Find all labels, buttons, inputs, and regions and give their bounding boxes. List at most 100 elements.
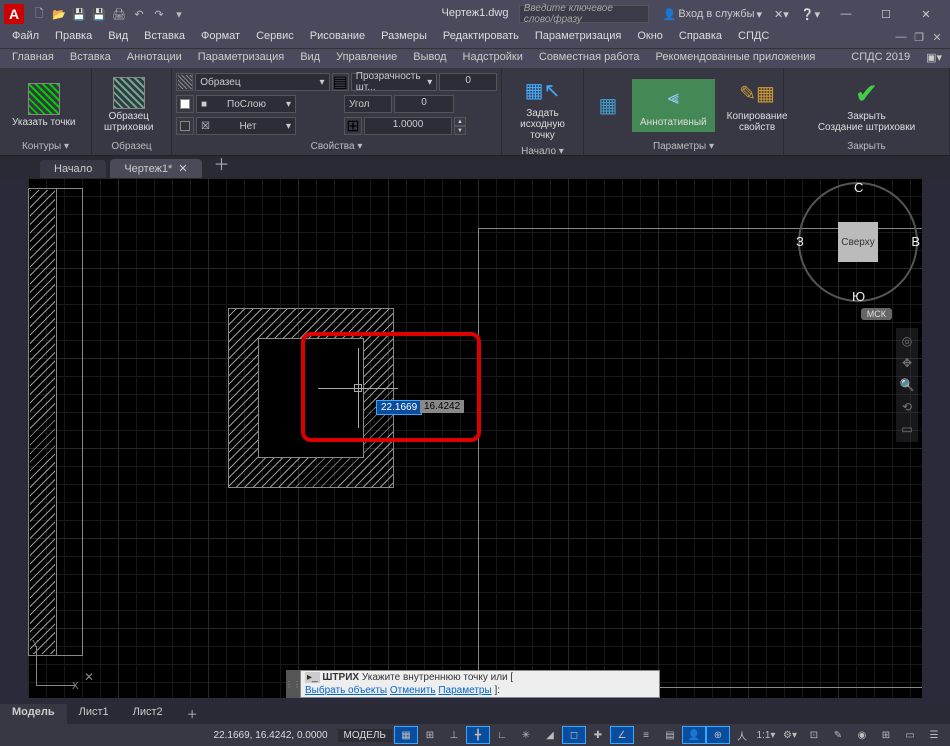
vc-east[interactable]: В: [911, 234, 920, 249]
transparency-dropdown[interactable]: Прозрачность шт...▾: [351, 73, 437, 91]
viewcube-top-face[interactable]: Сверху: [838, 222, 878, 262]
sb-scale-icon[interactable]: 1:1▾: [754, 726, 778, 744]
ribbon-tab-view[interactable]: Вид: [292, 49, 328, 68]
sb-infer-icon[interactable]: ⊥: [442, 726, 466, 744]
redo-icon[interactable]: ↷: [150, 5, 168, 23]
doc-tab-add[interactable]: ＋: [206, 148, 238, 178]
set-origin-button[interactable]: ▦↖ Задать исходную точку: [506, 70, 579, 145]
maximize-button[interactable]: ☐: [866, 0, 906, 28]
panel-label-boundaries[interactable]: Контуры ▾: [4, 140, 87, 153]
doc-restore-icon[interactable]: ❐: [910, 28, 928, 46]
pick-points-button[interactable]: Указать точки: [4, 79, 83, 132]
dynamic-x-input[interactable]: 22.1669: [376, 400, 422, 415]
tab-close-icon[interactable]: ✕: [178, 162, 187, 175]
cmd-kw-undo[interactable]: Отменить: [390, 685, 436, 696]
status-model-button[interactable]: МОДЕЛЬ: [338, 729, 392, 742]
viewcube[interactable]: Сверху С Ю В З: [798, 182, 918, 302]
panel-label-options[interactable]: Параметры ▾: [588, 140, 779, 153]
save-icon[interactable]: 💾: [70, 5, 88, 23]
menu-view[interactable]: Вид: [100, 28, 136, 48]
nav-zoom-icon[interactable]: 🔍: [898, 376, 916, 394]
sb-3dosnap-icon[interactable]: ✚: [586, 726, 610, 744]
saveas-icon[interactable]: 💾: [90, 5, 108, 23]
cmdline-handle[interactable]: ⋮⋮: [286, 670, 300, 698]
cmd-kw-settings[interactable]: Параметры: [438, 685, 491, 696]
menu-window[interactable]: Окно: [629, 28, 671, 48]
menu-insert[interactable]: Вставка: [136, 28, 193, 48]
ribbon-tab-addins[interactable]: Надстройки: [455, 49, 531, 68]
command-line[interactable]: ▸_ ШТРИХ Укажите внутреннюю точку или [ …: [300, 670, 660, 698]
sb-units-icon[interactable]: ⊡: [802, 726, 826, 744]
close-hatch-button[interactable]: ✔ Закрыть Создание штриховки: [810, 73, 923, 137]
sb-selection-cycling-icon[interactable]: 👤: [682, 726, 706, 744]
ribbon-tab-parametric[interactable]: Параметризация: [190, 49, 292, 68]
sb-isolate-icon[interactable]: ◉: [850, 726, 874, 744]
exchange-icon[interactable]: ✕▾: [768, 6, 795, 23]
new-icon[interactable]: 🗋: [30, 5, 48, 23]
angle-value[interactable]: 0: [394, 95, 454, 113]
menu-edit[interactable]: Правка: [47, 28, 100, 48]
sb-annomonitor-icon[interactable]: ⊕: [706, 726, 730, 744]
doc-tab-start[interactable]: Начало: [40, 160, 106, 178]
menu-file[interactable]: Файл: [4, 28, 47, 48]
vc-north[interactable]: С: [854, 180, 863, 195]
help-icon[interactable]: ❔▾: [795, 6, 826, 23]
minimize-button[interactable]: —: [826, 0, 866, 28]
sb-qprops-icon[interactable]: ✎: [826, 726, 850, 744]
scale-value[interactable]: 1.0000: [364, 117, 452, 135]
pattern-type-dropdown[interactable]: Образец▾: [195, 73, 329, 91]
menu-modify[interactable]: Редактировать: [435, 28, 527, 48]
search-input[interactable]: Введите ключевое слово/фразу: [519, 5, 649, 23]
sb-snap-icon[interactable]: ⊞: [418, 726, 442, 744]
plot-icon[interactable]: 🖨: [110, 5, 128, 23]
nav-wheel-icon[interactable]: ◎: [898, 332, 916, 350]
doc-minimize-icon[interactable]: —: [892, 28, 910, 46]
transparency-value[interactable]: 0: [439, 73, 497, 91]
ribbon-tab-annotate[interactable]: Аннотации: [119, 49, 190, 68]
sb-osnap-icon[interactable]: ◻: [562, 726, 586, 744]
nav-orbit-icon[interactable]: ⟲: [898, 398, 916, 416]
scale-spinner[interactable]: ▲▼: [454, 117, 466, 135]
signin-button[interactable]: 👤 Вход в службы ▾: [657, 6, 768, 23]
menu-spds[interactable]: СПДС: [730, 28, 777, 48]
qat-more-icon[interactable]: ▾: [170, 5, 188, 23]
sb-polar-icon[interactable]: ✳: [514, 726, 538, 744]
layout-tab-sheet2[interactable]: Лист2: [121, 704, 175, 724]
sb-annoscale-icon[interactable]: 人: [730, 726, 754, 744]
sb-cleanscreen-icon[interactable]: ▭: [898, 726, 922, 744]
menu-help[interactable]: Справка: [671, 28, 730, 48]
hatch-pattern-button[interactable]: Образец штриховки: [96, 73, 161, 137]
ribbon-tab-manage[interactable]: Управление: [328, 49, 405, 68]
pattern-swatch-icon[interactable]: [176, 73, 193, 91]
ribbon-tab-spds[interactable]: СПДС 2019: [843, 49, 918, 68]
sb-workspace-icon[interactable]: ⚙▾: [778, 726, 802, 744]
menu-parametric[interactable]: Параметризация: [527, 28, 629, 48]
nav-pan-icon[interactable]: ✥: [898, 354, 916, 372]
ribbon-tab-collab[interactable]: Совместная работа: [531, 49, 648, 68]
vc-south[interactable]: Ю: [852, 289, 865, 304]
hatch-color-dropdown[interactable]: ■ ПоСлою▾: [196, 95, 296, 113]
menu-draw[interactable]: Рисование: [302, 28, 373, 48]
sb-iso-icon[interactable]: ◢: [538, 726, 562, 744]
sb-ortho-icon[interactable]: ∟: [490, 726, 514, 744]
associative-button[interactable]: ▦: [588, 85, 628, 125]
hatch-bg-dropdown[interactable]: ☒ Нет▾: [196, 117, 296, 135]
doc-close-icon[interactable]: ✕: [928, 28, 946, 46]
drawing-canvas[interactable]: 22.1669 16.4242 Сверху С Ю В З МСК ◎ ✥ 🔍…: [28, 178, 922, 698]
sb-lineweight-icon[interactable]: ≡: [634, 726, 658, 744]
sb-hardware-icon[interactable]: ⊞: [874, 726, 898, 744]
close-window-button[interactable]: ✕: [906, 0, 946, 28]
layout-tab-model[interactable]: Модель: [0, 704, 67, 724]
sb-customize-icon[interactable]: ☰: [922, 726, 946, 744]
annotative-button[interactable]: ⫷ Аннотативный: [632, 79, 715, 132]
open-icon[interactable]: 📂: [50, 5, 68, 23]
menu-dimension[interactable]: Размеры: [373, 28, 435, 48]
angle-dropdown[interactable]: Угол: [344, 95, 392, 113]
cmd-kw-select[interactable]: Выбрать объекты: [305, 685, 387, 696]
ribbon-tab-featured[interactable]: Рекомендованные приложения: [648, 49, 824, 68]
menu-tools[interactable]: Сервис: [248, 28, 302, 48]
undo-icon[interactable]: ↶: [130, 5, 148, 23]
layout-tab-add[interactable]: ＋: [175, 704, 210, 724]
vc-west[interactable]: З: [796, 234, 804, 249]
sb-transparency-icon[interactable]: ▤: [658, 726, 682, 744]
